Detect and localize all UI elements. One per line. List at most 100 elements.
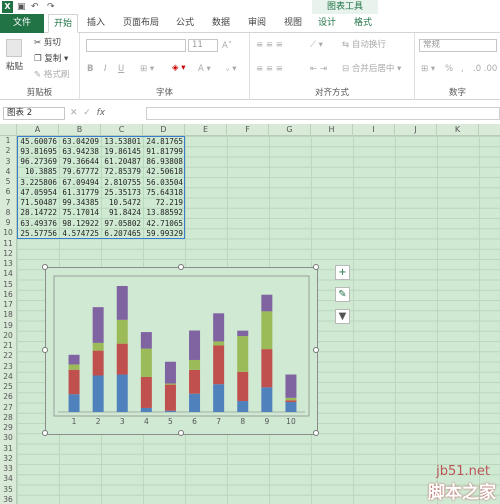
column-header-B[interactable]: B <box>59 124 101 136</box>
bar-series3-cat5[interactable] <box>164 383 176 385</box>
row-header-11[interactable]: 11 <box>0 239 16 249</box>
decimal-icon[interactable]: .0 .00 <box>473 63 497 75</box>
chart-resize-handle[interactable] <box>313 264 319 270</box>
orientation-icon[interactable]: ⟋ ▾ <box>310 39 323 51</box>
cut-button[interactable]: ✂ 剪切 <box>34 37 61 49</box>
row-header-17[interactable]: 17 <box>0 300 16 310</box>
bar-series2-cat6[interactable] <box>189 369 201 394</box>
cell-D2[interactable]: 91.81799 <box>143 147 184 157</box>
cell-C1[interactable]: 13.53801 <box>101 137 142 147</box>
tab-file[interactable]: 文件 <box>0 14 44 33</box>
tab-page-layout[interactable]: 页面布局 <box>116 14 166 33</box>
row-header-15[interactable]: 15 <box>0 280 16 290</box>
chart-resize-handle[interactable] <box>177 430 184 436</box>
row-header-6[interactable]: 6 <box>0 187 16 197</box>
bar-series2-cat3[interactable] <box>116 343 128 375</box>
row-header-33[interactable]: 33 <box>0 464 16 474</box>
chart-styles-icon[interactable]: ✎ <box>335 287 350 302</box>
row-header-24[interactable]: 24 <box>0 372 16 382</box>
bar-series2-cat8[interactable] <box>237 371 249 402</box>
merge-center-button[interactable]: ⊟ 合并后居中 ▾ <box>342 63 401 75</box>
row-header-1[interactable]: 1 <box>0 136 16 146</box>
bar-series2-cat10[interactable] <box>285 400 297 403</box>
bar-series4-cat1[interactable] <box>68 354 80 365</box>
select-all-corner[interactable] <box>0 124 17 136</box>
cell-B4[interactable]: 79.67772 <box>59 167 100 177</box>
undo-button[interactable]: ↶ <box>31 1 39 13</box>
row-header-10[interactable]: 10 <box>0 228 16 238</box>
row-header-7[interactable]: 7 <box>0 198 16 208</box>
stacked-column-chart[interactable]: 1 2 3 4 5 6 7 8 9 10 <box>46 268 317 434</box>
cell-A6[interactable]: 47.05954 <box>17 188 58 198</box>
row-header-8[interactable]: 8 <box>0 208 16 218</box>
row-header-22[interactable]: 22 <box>0 351 16 361</box>
column-header-D[interactable]: D <box>143 124 185 136</box>
bar-series4-cat8[interactable] <box>237 330 249 337</box>
enter-icon[interactable]: ✓ <box>83 108 91 118</box>
column-header-H[interactable]: H <box>311 124 353 136</box>
bar-series2-cat1[interactable] <box>68 369 80 395</box>
font-name-select[interactable] <box>86 39 186 52</box>
cell-A2[interactable]: 93.81695 <box>17 147 58 157</box>
increase-font-icon[interactable]: A˄ <box>222 40 232 52</box>
tab-review[interactable]: 审阅 <box>242 14 272 33</box>
font-color-icon[interactable]: A ▾ <box>198 63 211 75</box>
cell-A3[interactable]: 96.27369 <box>17 157 58 167</box>
chart-resize-handle[interactable] <box>313 430 319 436</box>
row-header-31[interactable]: 31 <box>0 444 16 454</box>
row-header-25[interactable]: 25 <box>0 382 16 392</box>
cell-D4[interactable]: 42.50618 <box>143 167 184 177</box>
copy-button[interactable]: ❐ 复制 ▾ <box>34 53 68 65</box>
bar-series3-cat3[interactable] <box>116 319 128 344</box>
column-header-E[interactable]: E <box>185 124 227 136</box>
column-header-K[interactable]: K <box>437 124 479 136</box>
bar-series4-cat3[interactable] <box>116 286 128 320</box>
row-header-18[interactable]: 18 <box>0 310 16 320</box>
tab-format[interactable]: 格式 <box>348 14 378 33</box>
row-header-36[interactable]: 36 <box>0 495 16 504</box>
row-header-28[interactable]: 28 <box>0 413 16 423</box>
cell-D9[interactable]: 42.71065 <box>143 219 184 229</box>
row-header-20[interactable]: 20 <box>0 331 16 341</box>
cell-B5[interactable]: 67.09494 <box>59 178 100 188</box>
chart-filters-icon[interactable]: ▼ <box>335 309 350 324</box>
row-header-26[interactable]: 26 <box>0 392 16 402</box>
chart-resize-handle[interactable] <box>313 347 319 353</box>
row-header-9[interactable]: 9 <box>0 218 16 228</box>
row-header-34[interactable]: 34 <box>0 474 16 484</box>
bar-series2-cat5[interactable] <box>164 384 176 411</box>
cell-D7[interactable]: 72.219 <box>143 198 184 208</box>
bar-series1-cat2[interactable] <box>92 375 104 412</box>
bar-series1-cat5[interactable] <box>164 410 176 412</box>
cell-A5[interactable]: 3.225806 <box>17 178 58 188</box>
chart-elements-icon[interactable]: + <box>335 265 350 280</box>
column-header-C[interactable]: C <box>101 124 143 136</box>
cell-C5[interactable]: 2.810755 <box>101 178 142 188</box>
tab-insert[interactable]: 插入 <box>82 14 110 33</box>
bar-series4-cat9[interactable] <box>261 294 273 312</box>
bar-series2-cat7[interactable] <box>213 345 225 385</box>
format-painter-button[interactable]: ✎ 格式刷 <box>34 69 69 81</box>
cell-B10[interactable]: 4.574725 <box>59 229 100 239</box>
row-header-4[interactable]: 4 <box>0 167 16 177</box>
row-header-27[interactable]: 27 <box>0 403 16 413</box>
paste-button[interactable]: 粘贴 <box>6 61 23 73</box>
bar-series2-cat4[interactable] <box>140 376 152 408</box>
currency-icon[interactable]: ⊞ ▾ <box>421 63 435 75</box>
tab-data[interactable]: 数据 <box>206 14 236 33</box>
borders-icon[interactable]: ⊞ ▾ <box>140 63 154 75</box>
redo-button[interactable]: ↷ <box>47 1 55 13</box>
cell-B8[interactable]: 75.17014 <box>59 208 100 218</box>
cell-D1[interactable]: 24.81765 <box>143 137 184 147</box>
cell-A7[interactable]: 71.50487 <box>17 198 58 208</box>
row-header-14[interactable]: 14 <box>0 269 16 279</box>
column-header-G[interactable]: G <box>269 124 311 136</box>
cell-B2[interactable]: 63.94238 <box>59 147 100 157</box>
cell-C7[interactable]: 10.5472 <box>101 198 142 208</box>
bar-series4-cat10[interactable] <box>285 374 297 398</box>
phonetic-icon[interactable]: ᵥ ▾ <box>226 63 237 75</box>
bar-series3-cat1[interactable] <box>68 364 80 370</box>
chart-resize-handle[interactable] <box>177 264 184 270</box>
formula-input[interactable] <box>146 107 500 120</box>
tab-design[interactable]: 设计 <box>312 14 342 33</box>
